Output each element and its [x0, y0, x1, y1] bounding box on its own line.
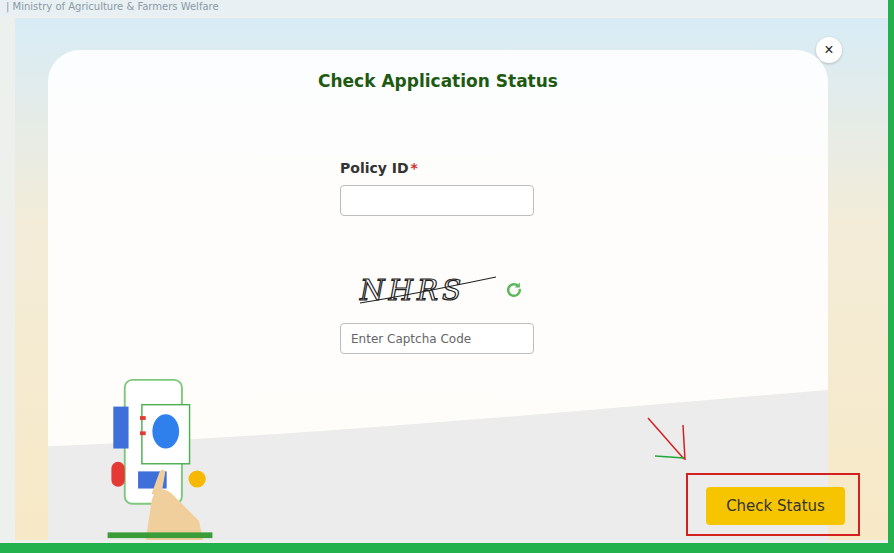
captcha-image: NHRS — [358, 273, 498, 307]
close-button[interactable]: × — [816, 37, 842, 63]
captcha-row: NHRS — [358, 273, 534, 307]
refresh-icon[interactable] — [504, 280, 524, 300]
status-dialog: × Check Application Status Policy ID* NH… — [15, 18, 888, 540]
highlight-box — [686, 473, 860, 536]
check-status-button[interactable]: Check Status — [706, 487, 845, 525]
captcha-noise-icon — [358, 273, 498, 307]
dialog-title: Check Application Status — [48, 71, 828, 91]
arrow-annotation-icon — [0, 0, 894, 553]
status-form: Policy ID* NHRS — [340, 160, 534, 354]
captcha-code: NHRS — [358, 274, 465, 307]
policy-id-label: Policy ID* — [340, 160, 534, 176]
captcha-input[interactable] — [340, 323, 534, 354]
policy-id-input[interactable] — [340, 185, 534, 216]
page-header: | Ministry of Agriculture & Farmers Welf… — [0, 0, 888, 16]
dialog-card: Check Application Status Policy ID* NHRS — [48, 50, 828, 540]
phone-hand-icon — [105, 378, 215, 540]
required-mark: * — [411, 160, 418, 176]
screen: | Ministry of Agriculture & Farmers Welf… — [0, 0, 894, 553]
